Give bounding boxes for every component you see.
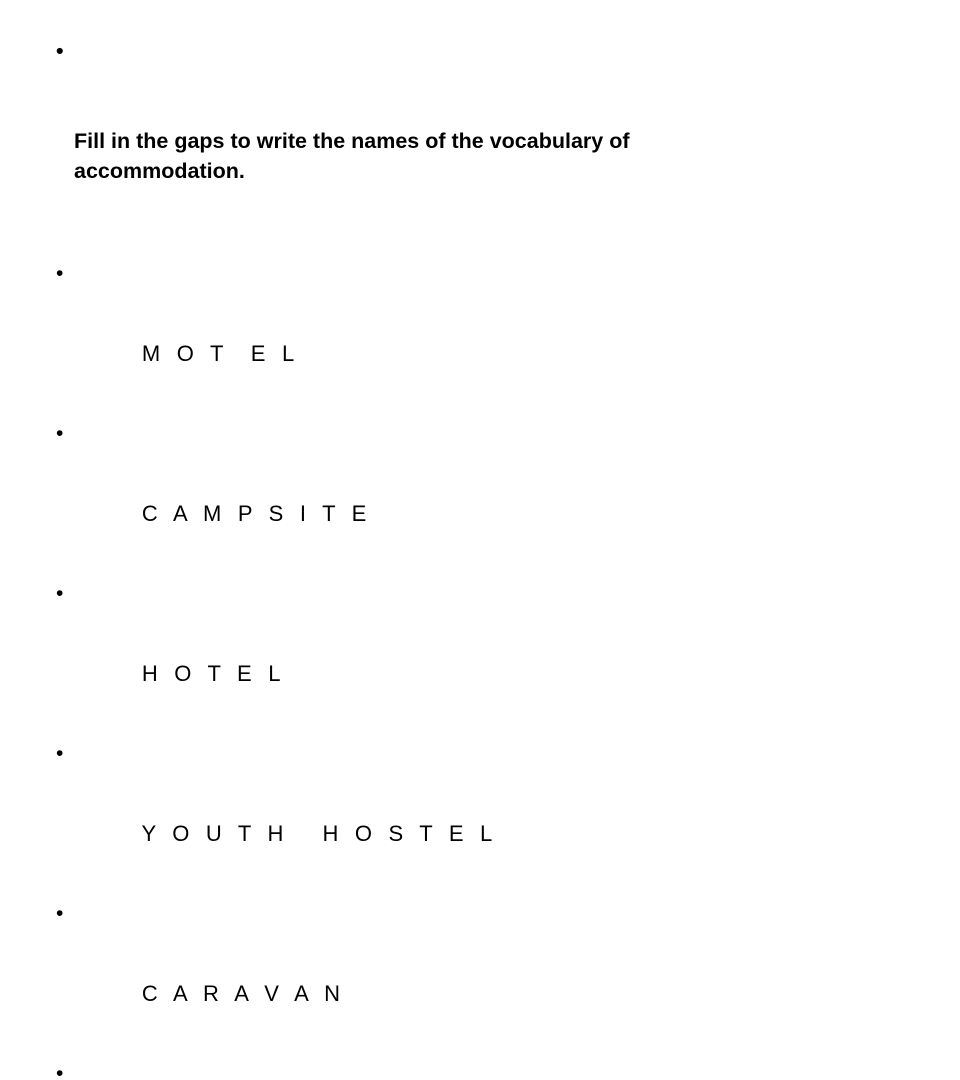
vocabulary-word: C A M P S I T E <box>141 501 372 526</box>
slide-content-body: • Fill in the gaps to write the names of… <box>50 36 930 1080</box>
bullet-point-icon: • <box>56 422 64 445</box>
bullet-point-icon: • <box>56 902 64 925</box>
vocabulary-item-bed-and-breakfast: • B E D A N D B R E A K F A S T <box>50 1054 930 1080</box>
bullet-point-icon: • <box>56 582 64 605</box>
vocabulary-item-campsite: • C A M P S I T E <box>50 414 930 574</box>
instruction-text: Fill in the gaps to write the names of t… <box>74 129 630 183</box>
vocabulary-word: Y O U T H H O S T E L <box>141 821 498 846</box>
bullet-point-icon: • <box>56 39 64 63</box>
bullet-point-icon: • <box>56 262 64 285</box>
vocabulary-word: M O T E L <box>141 341 300 366</box>
vocabulary-item-caravan: • C A R A V A N <box>50 894 930 1054</box>
vocabulary-word: C A R A V A N <box>141 981 346 1006</box>
vocabulary-item-youth-hostel: • Y O U T H H O S T E L <box>50 734 930 894</box>
vocabulary-item-hotel: • H O T E L <box>50 574 930 734</box>
vocabulary-item-motel: • M O T E L <box>50 254 930 414</box>
instruction-bullet-item: • Fill in the gaps to write the names of… <box>50 36 930 246</box>
bullet-point-icon: • <box>56 742 64 765</box>
vocabulary-word: H O T E L <box>141 661 286 686</box>
slide-canvas: • Fill in the gaps to write the names of… <box>0 0 960 1080</box>
bullet-point-icon: • <box>56 1062 64 1080</box>
